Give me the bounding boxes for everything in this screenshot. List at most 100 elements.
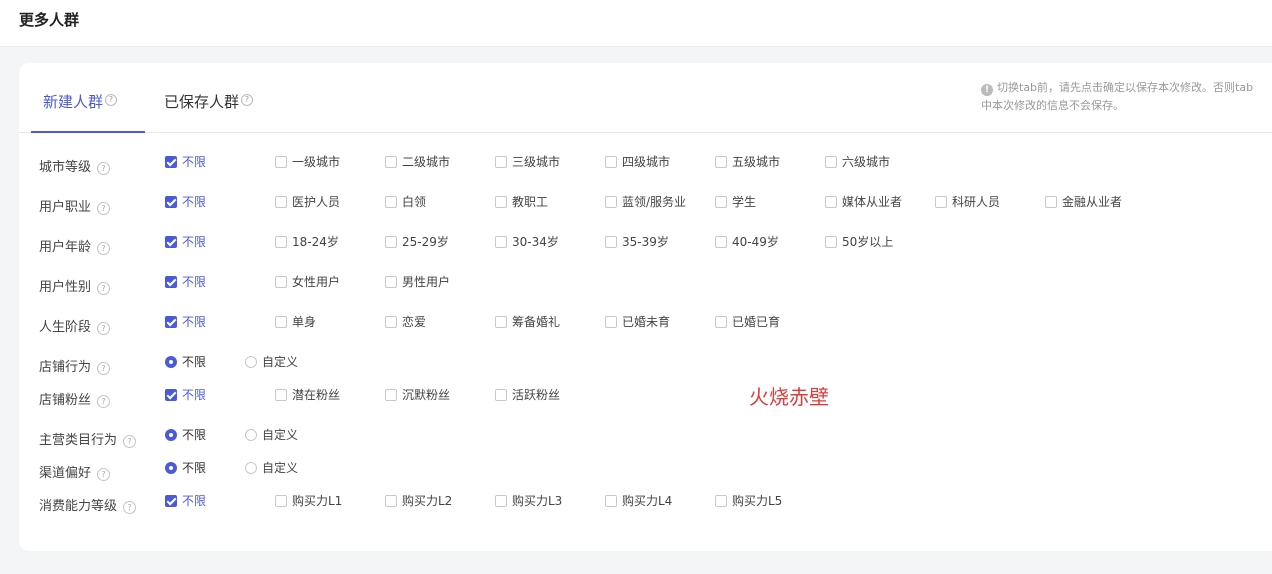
checkbox-option[interactable]: 25-29岁 [385, 234, 449, 250]
checkbox-option[interactable]: 购买力L3 [495, 493, 562, 509]
checkbox-checked-icon[interactable] [165, 156, 177, 168]
checkbox-unchecked-icon[interactable] [275, 276, 287, 288]
checkbox-unchecked-icon[interactable] [275, 389, 287, 401]
checkbox-unchecked-icon[interactable] [495, 196, 507, 208]
checkbox-option[interactable]: 教职工 [495, 194, 548, 210]
checkbox-checked-icon[interactable] [165, 236, 177, 248]
checkbox-option[interactable]: 六级城市 [825, 154, 890, 170]
checkbox-option[interactable]: 已婚已育 [715, 314, 780, 330]
checkbox-option[interactable]: 已婚未育 [605, 314, 670, 330]
checkbox-option[interactable]: 蓝领/服务业 [605, 194, 686, 210]
checkbox-unchecked-icon[interactable] [495, 495, 507, 507]
checkbox-unchecked-icon[interactable] [1045, 196, 1057, 208]
checkbox-unchecked-icon[interactable] [605, 236, 617, 248]
help-icon[interactable]: ? [97, 395, 111, 408]
help-icon[interactable]: ? [97, 242, 111, 255]
checkbox-unchecked-icon[interactable] [605, 156, 617, 168]
radio-unchecked-icon[interactable] [245, 356, 257, 368]
tab-new-audience[interactable]: 新建人群? [30, 91, 146, 133]
checkbox-unchecked-icon[interactable] [275, 236, 287, 248]
checkbox-option[interactable]: 不限 [165, 493, 206, 509]
help-icon[interactable]: ? [97, 282, 111, 295]
checkbox-option[interactable]: 50岁以上 [825, 234, 893, 250]
checkbox-checked-icon[interactable] [165, 196, 177, 208]
checkbox-option[interactable]: 科研人员 [935, 194, 1000, 210]
checkbox-unchecked-icon[interactable] [605, 196, 617, 208]
checkbox-unchecked-icon[interactable] [275, 316, 287, 328]
radio-unchecked-icon[interactable] [245, 462, 257, 474]
checkbox-option[interactable]: 30-34岁 [495, 234, 559, 250]
help-icon[interactable]: ? [123, 501, 137, 514]
checkbox-unchecked-icon[interactable] [825, 236, 837, 248]
tab-saved-audience[interactable]: 已保存人群? [164, 91, 254, 132]
checkbox-option[interactable]: 一级城市 [275, 154, 340, 170]
checkbox-unchecked-icon[interactable] [825, 196, 837, 208]
checkbox-unchecked-icon[interactable] [495, 389, 507, 401]
checkbox-option[interactable]: 恋爱 [385, 314, 426, 330]
checkbox-checked-icon[interactable] [165, 389, 177, 401]
help-icon[interactable]: ? [123, 435, 137, 448]
checkbox-option[interactable]: 金融从业者 [1045, 194, 1122, 210]
checkbox-unchecked-icon[interactable] [495, 156, 507, 168]
checkbox-option[interactable]: 不限 [165, 314, 206, 330]
checkbox-option[interactable]: 不限 [165, 387, 206, 403]
help-icon[interactable]: ? [97, 362, 111, 375]
checkbox-option[interactable]: 活跃粉丝 [495, 387, 560, 403]
checkbox-unchecked-icon[interactable] [605, 495, 617, 507]
checkbox-option[interactable]: 35-39岁 [605, 234, 669, 250]
checkbox-option[interactable]: 购买力L1 [275, 493, 342, 509]
checkbox-unchecked-icon[interactable] [385, 495, 397, 507]
checkbox-option[interactable]: 女性用户 [275, 274, 340, 290]
checkbox-option[interactable]: 单身 [275, 314, 316, 330]
checkbox-unchecked-icon[interactable] [605, 316, 617, 328]
checkbox-unchecked-icon[interactable] [385, 389, 397, 401]
checkbox-option[interactable]: 不限 [165, 234, 206, 250]
checkbox-unchecked-icon[interactable] [715, 196, 727, 208]
checkbox-unchecked-icon[interactable] [385, 276, 397, 288]
checkbox-option[interactable]: 三级城市 [495, 154, 560, 170]
radio-option[interactable]: 不限 [165, 460, 206, 476]
checkbox-unchecked-icon[interactable] [715, 495, 727, 507]
checkbox-option[interactable]: 18-24岁 [275, 234, 339, 250]
checkbox-unchecked-icon[interactable] [715, 236, 727, 248]
checkbox-option[interactable]: 40-49岁 [715, 234, 779, 250]
checkbox-option[interactable]: 购买力L4 [605, 493, 672, 509]
help-icon[interactable]: ? [97, 162, 111, 175]
checkbox-option[interactable]: 二级城市 [385, 154, 450, 170]
help-icon[interactable]: ? [241, 94, 254, 106]
radio-checked-icon[interactable] [165, 429, 177, 441]
checkbox-checked-icon[interactable] [165, 495, 177, 507]
radio-option[interactable]: 自定义 [245, 460, 298, 476]
checkbox-option[interactable]: 不限 [165, 194, 206, 210]
checkbox-option[interactable]: 不限 [165, 154, 206, 170]
checkbox-unchecked-icon[interactable] [385, 156, 397, 168]
checkbox-unchecked-icon[interactable] [385, 236, 397, 248]
checkbox-option[interactable]: 筹备婚礼 [495, 314, 560, 330]
radio-checked-icon[interactable] [165, 462, 177, 474]
checkbox-unchecked-icon[interactable] [495, 236, 507, 248]
checkbox-unchecked-icon[interactable] [715, 316, 727, 328]
help-icon[interactable]: ? [97, 468, 111, 481]
checkbox-unchecked-icon[interactable] [495, 316, 507, 328]
radio-unchecked-icon[interactable] [245, 429, 257, 441]
radio-checked-icon[interactable] [165, 356, 177, 368]
checkbox-option[interactable]: 五级城市 [715, 154, 780, 170]
help-icon[interactable]: ? [97, 322, 111, 335]
checkbox-option[interactable]: 潜在粉丝 [275, 387, 340, 403]
checkbox-unchecked-icon[interactable] [275, 196, 287, 208]
checkbox-unchecked-icon[interactable] [825, 156, 837, 168]
checkbox-option[interactable]: 男性用户 [385, 274, 450, 290]
checkbox-unchecked-icon[interactable] [275, 495, 287, 507]
checkbox-option[interactable]: 四级城市 [605, 154, 670, 170]
radio-option[interactable]: 自定义 [245, 427, 298, 443]
checkbox-option[interactable]: 白领 [385, 194, 426, 210]
checkbox-unchecked-icon[interactable] [715, 156, 727, 168]
checkbox-option[interactable]: 不限 [165, 274, 206, 290]
checkbox-option[interactable]: 媒体从业者 [825, 194, 902, 210]
help-icon[interactable]: ? [97, 202, 111, 215]
checkbox-option[interactable]: 购买力L2 [385, 493, 452, 509]
checkbox-unchecked-icon[interactable] [385, 196, 397, 208]
checkbox-checked-icon[interactable] [165, 276, 177, 288]
checkbox-unchecked-icon[interactable] [935, 196, 947, 208]
checkbox-option[interactable]: 购买力L5 [715, 493, 782, 509]
